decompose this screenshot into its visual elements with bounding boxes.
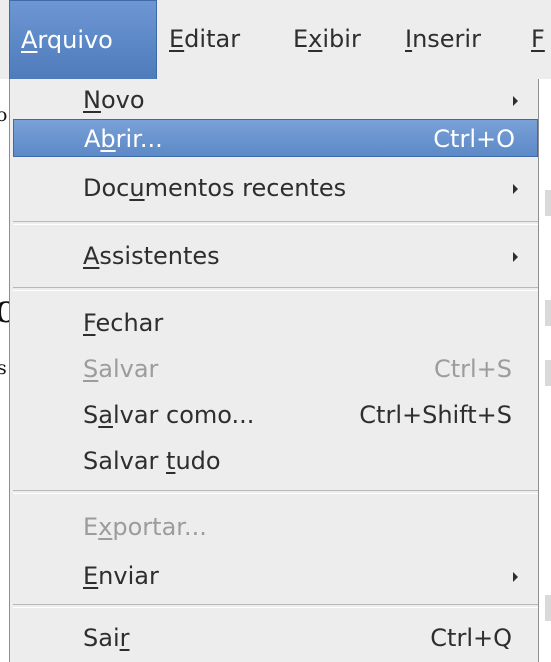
- menu-item-assistentes[interactable]: Assistentes: [10, 237, 538, 275]
- menu-mnemonic: E: [169, 25, 185, 53]
- document-text-fragment: o: [0, 104, 8, 126]
- menu-item-shortcut: Ctrl+Q: [430, 624, 512, 652]
- menu-separator: [13, 490, 538, 494]
- arquivo-dropdown-menu: Novo Abrir... Ctrl+O Documentos recentes…: [9, 79, 539, 662]
- menu-mnemonic: A: [21, 26, 38, 54]
- menu-item-shortcut: Ctrl+Shift+S: [359, 401, 512, 429]
- menubar: Arquivo Editar Exibir Inserir F: [0, 0, 551, 80]
- menu-separator: [13, 604, 538, 608]
- menu-item-label: Assistentes: [83, 242, 220, 270]
- screen: o O s Arquivo Editar Exibir Inserir F No…: [0, 0, 551, 662]
- menu-item-label: Exportar...: [83, 513, 207, 541]
- menu-label-prefix: E: [293, 25, 309, 53]
- toolbar-edge: [545, 190, 551, 216]
- toolbar-edge: [545, 360, 551, 386]
- menu-item-abrir[interactable]: Abrir... Ctrl+O: [13, 119, 538, 157]
- menu-label-suffix: nserir: [412, 25, 481, 53]
- menu-mnemonic: F: [531, 25, 545, 53]
- menu-item-label: Abrir...: [84, 125, 163, 153]
- menu-label-suffix: ibir: [322, 25, 361, 53]
- menu-item-label: Fechar: [83, 309, 164, 337]
- menu-separator: [13, 287, 538, 291]
- menu-formatar[interactable]: F: [531, 0, 545, 79]
- menu-label-suffix: ditar: [184, 25, 241, 53]
- menu-item-label: Novo: [83, 86, 145, 114]
- submenu-arrow-icon: [513, 96, 518, 106]
- toolbar-edge: [545, 595, 551, 621]
- menu-editar[interactable]: Editar: [169, 0, 240, 79]
- menu-item-label: Sair: [83, 624, 130, 652]
- menu-item-shortcut: Ctrl+S: [433, 355, 512, 383]
- menu-item-label: Salvar tudo: [83, 447, 221, 475]
- document-edge: [538, 40, 551, 662]
- menu-label-suffix: rquivo: [37, 26, 113, 54]
- menu-separator: [13, 221, 538, 225]
- menu-item-novo[interactable]: Novo: [10, 81, 538, 119]
- menu-item-label: Salvar como...: [83, 401, 255, 429]
- menu-item-salvar: Salvar Ctrl+S: [10, 350, 538, 388]
- menu-item-label: Documentos recentes: [83, 174, 347, 202]
- menu-item-documentos-recentes[interactable]: Documentos recentes: [10, 169, 538, 207]
- menu-item-shortcut: Ctrl+O: [433, 125, 515, 153]
- menu-item-label: Salvar: [83, 355, 159, 383]
- menu-item-salvar-tudo[interactable]: Salvar tudo: [10, 442, 538, 480]
- menu-mnemonic: x: [308, 25, 323, 53]
- menu-arquivo[interactable]: Arquivo: [9, 0, 157, 80]
- menu-inserir[interactable]: Inserir: [405, 0, 481, 79]
- submenu-arrow-icon: [513, 572, 518, 582]
- menu-item-label: Enviar: [83, 562, 159, 590]
- menu-item-fechar[interactable]: Fechar: [10, 304, 538, 342]
- menu-item-exportar: Exportar...: [10, 508, 538, 546]
- toolbar-edge: [545, 300, 551, 326]
- menu-item-sair[interactable]: Sair Ctrl+Q: [10, 619, 538, 657]
- menu-exibir[interactable]: Exibir: [293, 0, 361, 79]
- menu-item-enviar[interactable]: Enviar: [10, 557, 538, 595]
- submenu-arrow-icon: [513, 252, 518, 262]
- document-text-fragment: s: [0, 357, 7, 379]
- submenu-arrow-icon: [513, 184, 518, 194]
- menu-item-salvar-como[interactable]: Salvar como... Ctrl+Shift+S: [10, 396, 538, 434]
